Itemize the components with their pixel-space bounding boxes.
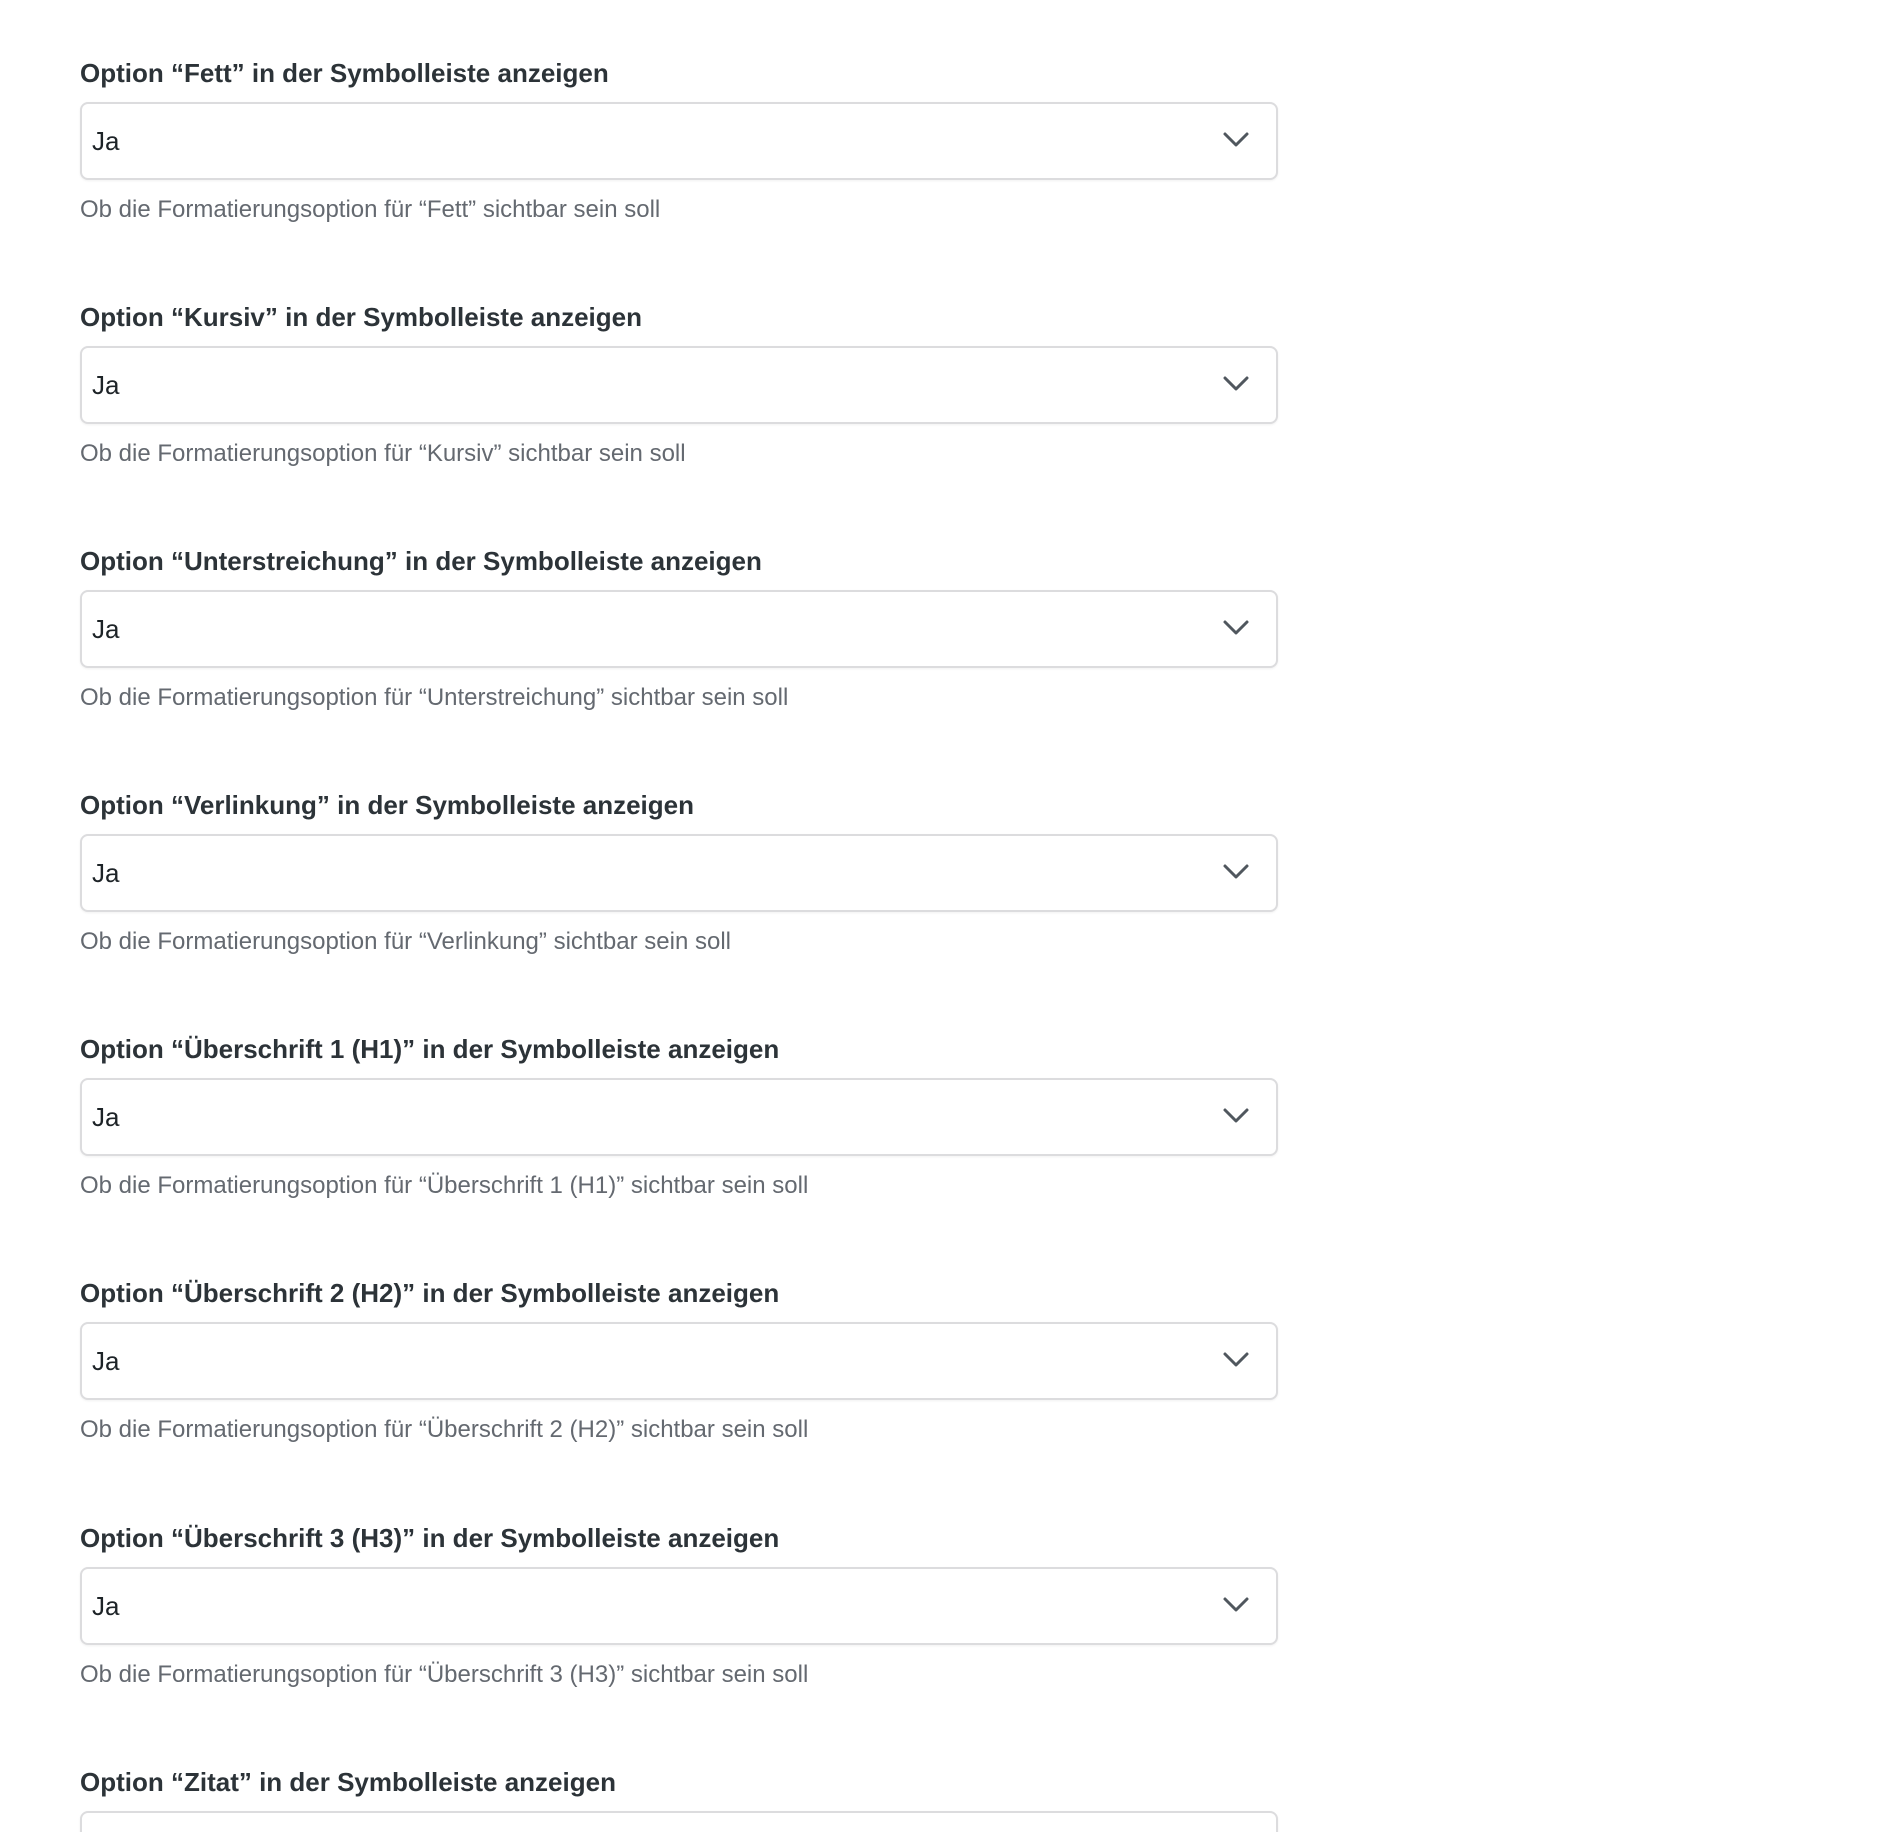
settings-page: Option “Fett” in der Symbolleiste anzeig… [0,0,1902,1832]
bold-select[interactable]: Ja [80,102,1278,180]
chevron-down-icon [1222,1350,1250,1370]
chevron-down-icon [1222,374,1250,394]
select-value: Ja [92,858,120,888]
setting-label: Option “Überschrift 3 (H3)” in der Symbo… [80,1523,780,1553]
setting-label: Option “Kursiv” in der Symbolleiste anze… [80,302,642,332]
setting-label: Option “Verlinkung” in der Symbolleiste … [80,790,694,820]
link-select[interactable]: Ja [80,834,1278,912]
select-value: Ja [92,614,120,644]
setting-label: Option “Unterstreichung” in der Symbolle… [80,546,762,576]
setting-help: Ob die Formatierungsoption für “Überschr… [80,1172,809,1199]
setting-help: Ob die Formatierungsoption für “Kursiv” … [80,440,686,467]
underline-select[interactable]: Ja [80,590,1278,668]
select-value: Ja [92,1813,119,1832]
quote-select[interactable]: Ja [80,1811,1278,1832]
setting-label: Option “Überschrift 1 (H1)” in der Symbo… [80,1034,780,1064]
select-value: Ja [92,126,120,156]
heading-1-select[interactable]: Ja [80,1078,1278,1156]
chevron-down-icon [1222,862,1250,882]
chevron-down-icon [1222,1595,1250,1615]
setting-help: Ob die Formatierungsoption für “Überschr… [80,1416,809,1443]
select-value: Ja [92,1346,120,1376]
setting-help: Ob die Formatierungsoption für “Überschr… [80,1661,809,1688]
setting-label: Option “Fett” in der Symbolleiste anzeig… [80,58,609,88]
setting-label: Option “Überschrift 2 (H2)” in der Symbo… [80,1278,780,1308]
select-value: Ja [92,1591,120,1621]
setting-help: Ob die Formatierungsoption für “Fett” si… [80,196,661,223]
heading-2-select[interactable]: Ja [80,1322,1278,1400]
setting-label: Option “Zitat” in der Symbolleiste anzei… [80,1767,616,1797]
setting-help: Ob die Formatierungsoption für “Verlinku… [80,928,731,955]
italic-select[interactable]: Ja [80,346,1278,424]
select-value: Ja [92,1102,120,1132]
chevron-down-icon [1222,618,1250,638]
chevron-down-icon [1222,130,1250,150]
heading-3-select[interactable]: Ja [80,1567,1278,1645]
chevron-down-icon [1222,1106,1250,1126]
setting-help: Ob die Formatierungsoption für “Unterstr… [80,684,789,711]
select-value: Ja [92,370,120,400]
